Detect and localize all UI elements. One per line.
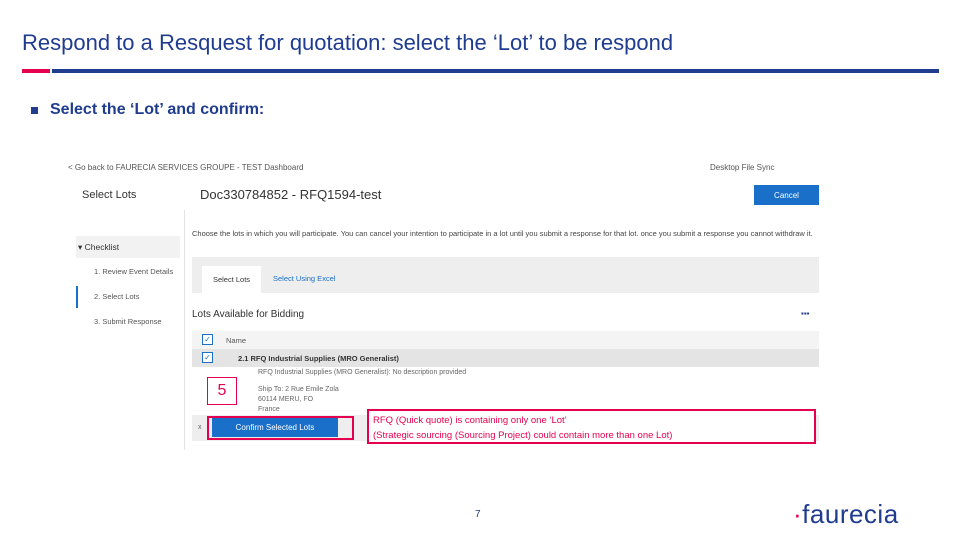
faurecia-logo: ·faurecia [793, 499, 899, 530]
ship-to-line: France [258, 406, 280, 413]
note-line: RFQ (Quick quote) is containing only one… [373, 415, 567, 426]
chevron-down-icon: ▾ [78, 242, 83, 252]
instructions-text: Choose the lots in which you will partic… [192, 229, 813, 238]
column-header-name: Name [226, 336, 247, 345]
slide-title: Respond to a Resquest for quotation: sel… [22, 30, 674, 55]
tab-select-lots[interactable]: Select Lots [202, 266, 261, 293]
note-line: (Strategic sourcing (Sourcing Project) c… [373, 430, 673, 441]
select-all-checkbox[interactable]: ✓ [202, 334, 213, 345]
select-lots-heading: Select Lots [82, 189, 137, 201]
lots-available-heading: Lots Available for Bidding [192, 309, 305, 320]
table-header-row [192, 331, 819, 349]
desktop-file-sync-link[interactable]: Desktop File Sync [710, 163, 774, 172]
lot-checkbox[interactable]: ✓ [202, 352, 213, 363]
checklist-toggle[interactable]: ▾ Checklist [78, 242, 119, 253]
logo-dot: · [793, 499, 803, 529]
page-number: 7 [475, 509, 481, 520]
checklist-label: Checklist [84, 242, 120, 252]
cancel-button[interactable]: Cancel [754, 185, 819, 205]
checklist-item-select-lots[interactable]: 2. Select Lots [94, 292, 139, 301]
bullet-text: Select the ‘Lot’ and confirm: [50, 101, 265, 118]
lot-name[interactable]: 2.1 RFQ Industrial Supplies (MRO General… [238, 354, 399, 363]
ship-to-line: Ship To: 2 Rue Emile Zola [258, 386, 339, 393]
sidebar-divider [184, 210, 185, 450]
title-rule [52, 69, 939, 73]
confirm-highlight-box [207, 416, 354, 440]
table-options-icon[interactable]: ▪▪▪ [801, 310, 810, 318]
tab-select-using-excel[interactable]: Select Using Excel [273, 274, 336, 283]
ship-to-line: 60114 MERU, FO [258, 396, 314, 403]
annotation-note: RFQ (Quick quote) is containing only one… [367, 409, 816, 444]
lot-description: RFQ Industrial Supplies (MRO Generalist)… [258, 369, 467, 376]
back-to-dashboard-link[interactable]: < Go back to FAURECIA SERVICES GROUPE - … [68, 163, 303, 172]
step-number-badge: 5 [207, 377, 237, 405]
document-title: Doc330784852 - RFQ1594-test [200, 187, 382, 202]
checklist-item-submit-response[interactable]: 3. Submit Response [94, 317, 162, 326]
checklist-active-indicator [76, 286, 78, 308]
bullet-marker [31, 107, 38, 114]
logo-text: faurecia [802, 499, 899, 529]
checklist-item-review-event[interactable]: 1. Review Event Details [94, 267, 173, 276]
title-rule-accent [22, 69, 50, 73]
row-marker: x [198, 424, 202, 431]
